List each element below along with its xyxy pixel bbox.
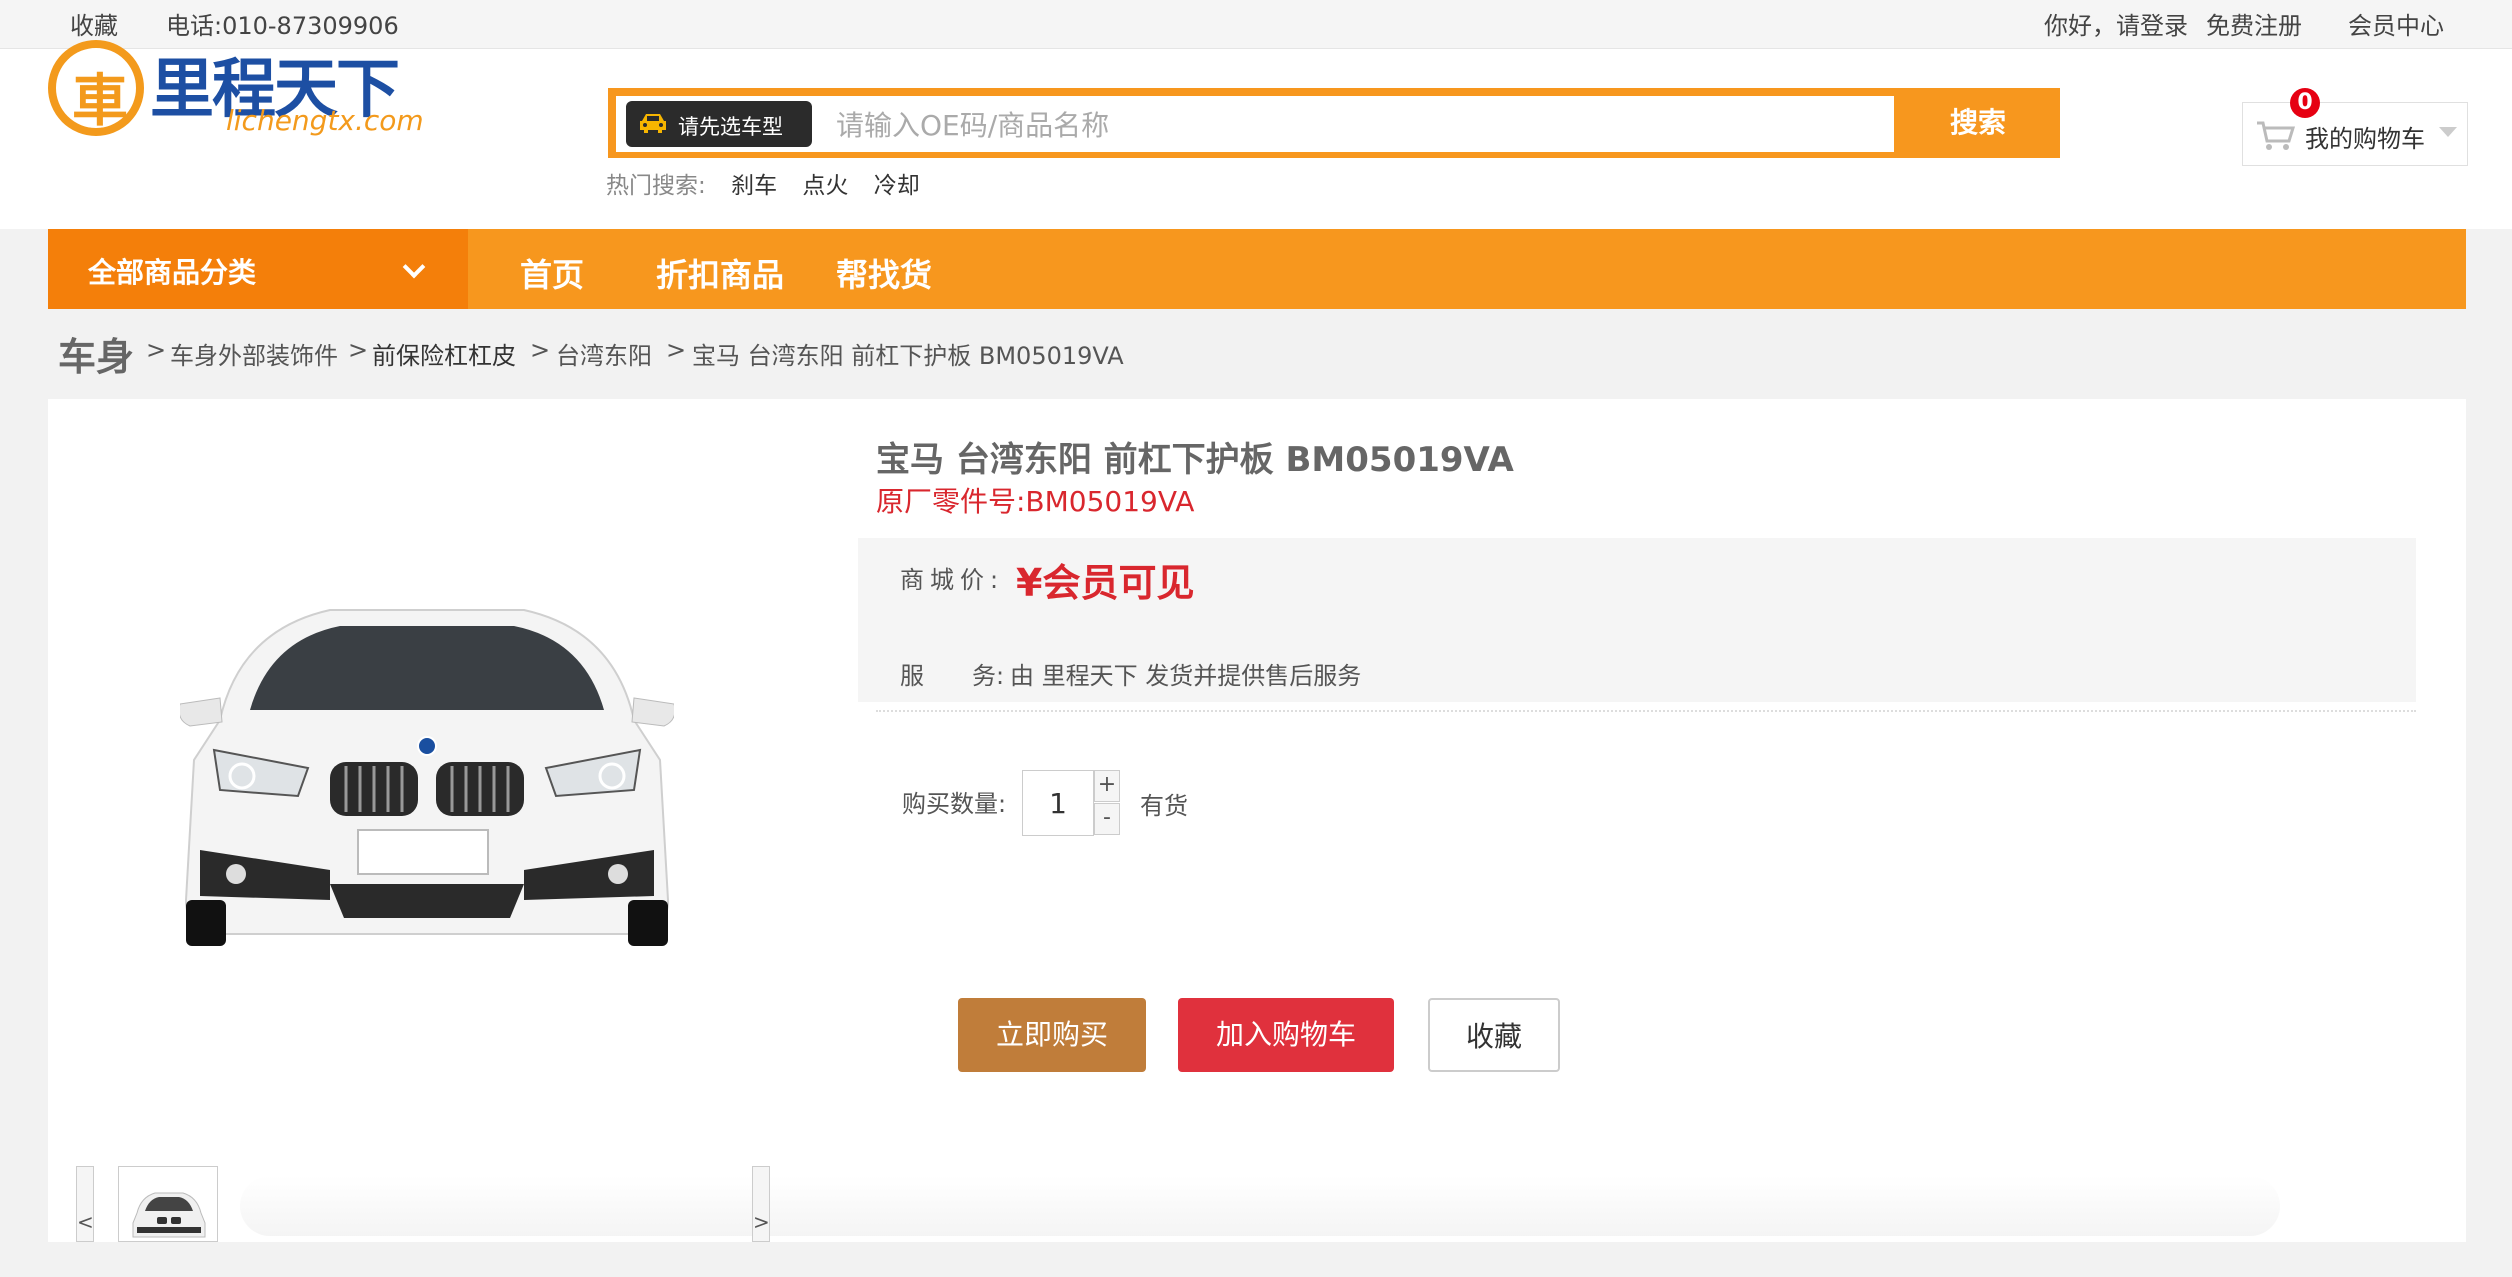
- add-to-cart-button[interactable]: 加入购物车: [1178, 998, 1394, 1072]
- car-icon: [640, 114, 666, 133]
- breadcrumb-root[interactable]: 车身: [58, 326, 134, 381]
- login-link[interactable]: 你好，请登录: [2044, 6, 2188, 41]
- quantity-minus-button[interactable]: -: [1094, 803, 1120, 835]
- product-thumbnail[interactable]: [118, 1166, 218, 1242]
- cart-icon: [2257, 121, 2295, 150]
- search-input[interactable]: [834, 104, 1888, 146]
- car-model-select-button[interactable]: 请先选车型: [626, 101, 812, 147]
- favorite-link[interactable]: 收藏: [70, 6, 118, 41]
- oe-number: 原厂零件号:BM05019VA: [876, 485, 1195, 518]
- thumb-prev-button[interactable]: <: [76, 1166, 94, 1242]
- car-thumbnail-icon: [132, 1192, 206, 1238]
- stock-status: 有货: [1140, 792, 1188, 820]
- quantity-plus-button[interactable]: +: [1094, 770, 1120, 802]
- cart-button[interactable]: 我的购物车: [2242, 102, 2468, 166]
- breadcrumb-separator: >: [530, 336, 551, 364]
- favorite-button[interactable]: 收藏: [1428, 998, 1560, 1072]
- breadcrumb-separator: >: [348, 336, 369, 364]
- logo-domain: lichengtx.com: [226, 104, 424, 137]
- service-label: 务:: [972, 662, 1005, 690]
- breadcrumb-item: 宝马 台湾东阳 前杠下护板 BM05019VA: [692, 342, 1124, 370]
- price-value: ¥会员可见: [1016, 561, 1195, 605]
- hot-search: 热门搜索: 刹车 点火 冷却: [606, 166, 920, 200]
- product-title: 宝马 台湾东阳 前杠下护板 BM05019VA: [876, 440, 1514, 480]
- breadcrumb-item[interactable]: 前保险杠杠皮: [372, 336, 516, 371]
- hot-keyword[interactable]: 点火: [802, 173, 848, 199]
- quantity-input[interactable]: [1022, 770, 1094, 836]
- breadcrumb-item[interactable]: 车身外部装饰件: [170, 336, 338, 371]
- cart-count-badge: 0: [2290, 88, 2320, 118]
- member-center-link[interactable]: 会员中心: [2348, 6, 2444, 41]
- all-categories-menu[interactable]: 全部商品分类: [48, 229, 468, 309]
- nav-home[interactable]: 首页: [520, 250, 584, 296]
- all-categories-label: 全部商品分类: [88, 256, 257, 289]
- thumb-next-button[interactable]: >: [752, 1166, 770, 1242]
- breadcrumb-separator: >: [666, 336, 687, 364]
- hot-keyword[interactable]: 刹车: [731, 173, 777, 199]
- hot-keyword[interactable]: 冷却: [874, 173, 920, 199]
- nav-discount[interactable]: 折扣商品: [656, 250, 784, 296]
- chevron-down-icon: [2439, 127, 2457, 137]
- hot-search-label: 热门搜索:: [606, 173, 706, 199]
- phone-text: 电话:010-87309906: [166, 12, 399, 40]
- nav-find-goods[interactable]: 帮找货: [836, 250, 932, 296]
- service-label: 服: [900, 662, 924, 690]
- quantity-label: 购买数量:: [902, 790, 1007, 818]
- logo-mark-glyph: 車: [72, 69, 128, 134]
- register-link[interactable]: 免费注册: [2206, 6, 2302, 41]
- breadcrumb-separator: >: [146, 336, 167, 364]
- car-select-label: 请先选车型: [678, 115, 783, 139]
- service-text: 由 里程天下 发货并提供售后服务: [1010, 662, 1362, 690]
- price-label: 商城价:: [900, 566, 1005, 594]
- logo-icon[interactable]: 車: [48, 40, 144, 136]
- breadcrumb-item[interactable]: 台湾东阳: [556, 336, 652, 371]
- search-button[interactable]: 搜索: [1896, 88, 2060, 158]
- buy-now-button[interactable]: 立即购买: [958, 998, 1146, 1072]
- cart-label: 我的购物车: [2305, 125, 2425, 153]
- product-image[interactable]: [180, 600, 674, 952]
- decorative-shadow: [240, 1176, 2280, 1236]
- divider: [876, 710, 2416, 712]
- chevron-down-icon: [402, 255, 426, 279]
